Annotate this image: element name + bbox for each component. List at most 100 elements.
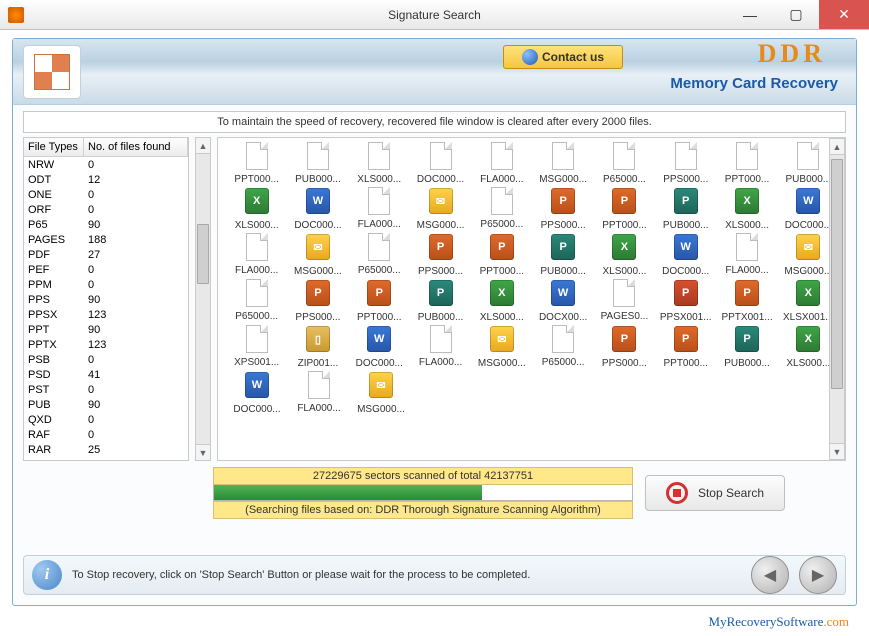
table-row[interactable]: PAGES188 — [24, 232, 188, 247]
file-item[interactable]: XXLS000... — [471, 279, 532, 323]
file-item[interactable]: ✉MSG000... — [350, 371, 412, 415]
file-item[interactable]: ✉MSG000... — [471, 325, 532, 369]
table-row[interactable]: PPS90 — [24, 292, 188, 307]
table-row[interactable]: PUB90 — [24, 397, 188, 412]
file-item[interactable]: PAGES0... — [594, 279, 655, 323]
file-item[interactable]: P65000... — [532, 325, 593, 369]
table-row[interactable]: RAW0 — [24, 457, 188, 460]
file-item[interactable]: PPPS000... — [287, 279, 348, 323]
file-item[interactable]: PPPT000... — [655, 325, 716, 369]
file-item[interactable]: PPPT000... — [471, 233, 532, 277]
table-row[interactable]: PSD41 — [24, 367, 188, 382]
table-row[interactable]: QXD0 — [24, 412, 188, 427]
scroll-track[interactable] — [830, 155, 844, 443]
table-row[interactable]: PPSX123 — [24, 307, 188, 322]
table-row[interactable]: RAR25 — [24, 442, 188, 457]
file-item[interactable]: FLA000... — [410, 325, 471, 369]
file-item[interactable]: PPPT000... — [349, 279, 410, 323]
col-file-types[interactable]: File Types — [24, 138, 84, 156]
table-row[interactable]: PPM0 — [24, 277, 188, 292]
file-item[interactable]: PPPS000... — [410, 233, 471, 277]
minimize-button[interactable]: — — [727, 0, 773, 29]
table-row[interactable]: PPT90 — [24, 322, 188, 337]
table-row[interactable]: P6590 — [24, 217, 188, 232]
file-item[interactable]: WDOC000... — [349, 325, 410, 369]
file-type-cell: ORF — [24, 204, 84, 216]
file-item[interactable]: FLA000... — [716, 233, 777, 277]
contact-us-button[interactable]: Contact us — [503, 45, 623, 69]
file-item[interactable]: XXLS000... — [716, 187, 777, 231]
file-label: XLS000... — [594, 266, 655, 277]
table-row[interactable]: PEF0 — [24, 262, 188, 277]
table-row[interactable]: PPTX123 — [24, 337, 188, 352]
file-item[interactable]: FLA000... — [471, 142, 532, 185]
file-item[interactable]: ✉MSG000... — [287, 233, 348, 277]
file-item[interactable]: ✉MSG000... — [410, 187, 471, 231]
file-type-cell: PPM — [24, 279, 84, 291]
table-row[interactable]: RAF0 — [24, 427, 188, 442]
file-item[interactable]: XPS001... — [226, 325, 287, 369]
scroll-down-icon[interactable]: ▼ — [196, 444, 210, 460]
file-item[interactable]: MSG000... — [532, 142, 593, 185]
scroll-track[interactable] — [196, 154, 210, 444]
file-item[interactable]: PPPSX001... — [655, 279, 716, 323]
file-item[interactable]: PPT000... — [716, 142, 777, 185]
file-type-cell: P65 — [24, 219, 84, 231]
table-row[interactable]: ODT12 — [24, 172, 188, 187]
file-type-cell: QXD — [24, 414, 84, 426]
file-item[interactable]: PUB000... — [287, 142, 348, 185]
file-item[interactable]: P65000... — [594, 142, 655, 185]
scroll-down-icon[interactable]: ▼ — [830, 443, 844, 459]
file-item[interactable]: P65000... — [349, 233, 410, 277]
table-row[interactable]: ORF0 — [24, 202, 188, 217]
scroll-thumb[interactable] — [197, 224, 209, 284]
file-item[interactable]: PPUB000... — [532, 233, 593, 277]
file-item[interactable]: XXLS000... — [226, 187, 287, 231]
file-icon — [246, 279, 268, 307]
file-item[interactable]: WDOCX00... — [532, 279, 593, 323]
file-item[interactable]: PPPTX001... — [716, 279, 777, 323]
file-item[interactable]: FLA000... — [226, 233, 287, 277]
close-button[interactable]: ✕ — [819, 0, 869, 29]
nav-prev-button[interactable]: ◀ — [751, 556, 789, 594]
file-item[interactable]: XXLS000... — [594, 233, 655, 277]
file-item[interactable]: WDOC000... — [655, 233, 716, 277]
file-item[interactable]: WDOC000... — [287, 187, 348, 231]
scroll-up-icon[interactable]: ▲ — [196, 138, 210, 154]
file-item[interactable]: ▯ZIP001... — [287, 325, 348, 369]
left-scrollbar[interactable]: ▲ ▼ — [195, 137, 211, 461]
file-item[interactable]: PPPS000... — [532, 187, 593, 231]
table-row[interactable]: ONE0 — [24, 187, 188, 202]
file-item[interactable]: FLA000... — [288, 371, 350, 415]
file-item[interactable]: WDOC000... — [226, 371, 288, 415]
nav-next-button[interactable]: ▶ — [799, 556, 837, 594]
right-scrollbar[interactable]: ▲ ▼ — [829, 138, 845, 460]
file-item[interactable]: PPT000... — [226, 142, 287, 185]
file-count-cell: 90 — [84, 219, 188, 231]
ppt-icon: P — [551, 188, 575, 214]
file-item[interactable]: XLS000... — [349, 142, 410, 185]
main-frame: Contact us DDR Memory Card Recovery To m… — [12, 38, 857, 606]
table-row[interactable]: PST0 — [24, 382, 188, 397]
table-row[interactable]: NRW0 — [24, 157, 188, 172]
file-item[interactable]: PPPS000... — [594, 325, 655, 369]
scroll-thumb[interactable] — [831, 159, 843, 389]
file-item[interactable]: DOC000... — [410, 142, 471, 185]
file-item[interactable]: PPUB000... — [655, 187, 716, 231]
col-files-found[interactable]: No. of files found — [84, 138, 188, 156]
scroll-up-icon[interactable]: ▲ — [830, 139, 844, 155]
footer-link[interactable]: MyRecoverySoftware.com — [709, 614, 849, 630]
file-item[interactable]: PPS000... — [655, 142, 716, 185]
table-row[interactable]: PDF27 — [24, 247, 188, 262]
stop-search-button[interactable]: Stop Search — [645, 475, 785, 511]
file-item[interactable]: PPPT000... — [594, 187, 655, 231]
file-item[interactable]: FLA000... — [349, 187, 410, 231]
file-item[interactable]: PPUB000... — [410, 279, 471, 323]
table-row[interactable]: PSB0 — [24, 352, 188, 367]
file-item[interactable]: PPUB000... — [716, 325, 777, 369]
maximize-button[interactable]: ▢ — [773, 0, 819, 29]
file-label: ZIP001... — [287, 358, 348, 369]
file-item[interactable]: P65000... — [226, 279, 287, 323]
file-item[interactable]: P65000... — [471, 187, 532, 231]
file-type-cell: PSD — [24, 369, 84, 381]
